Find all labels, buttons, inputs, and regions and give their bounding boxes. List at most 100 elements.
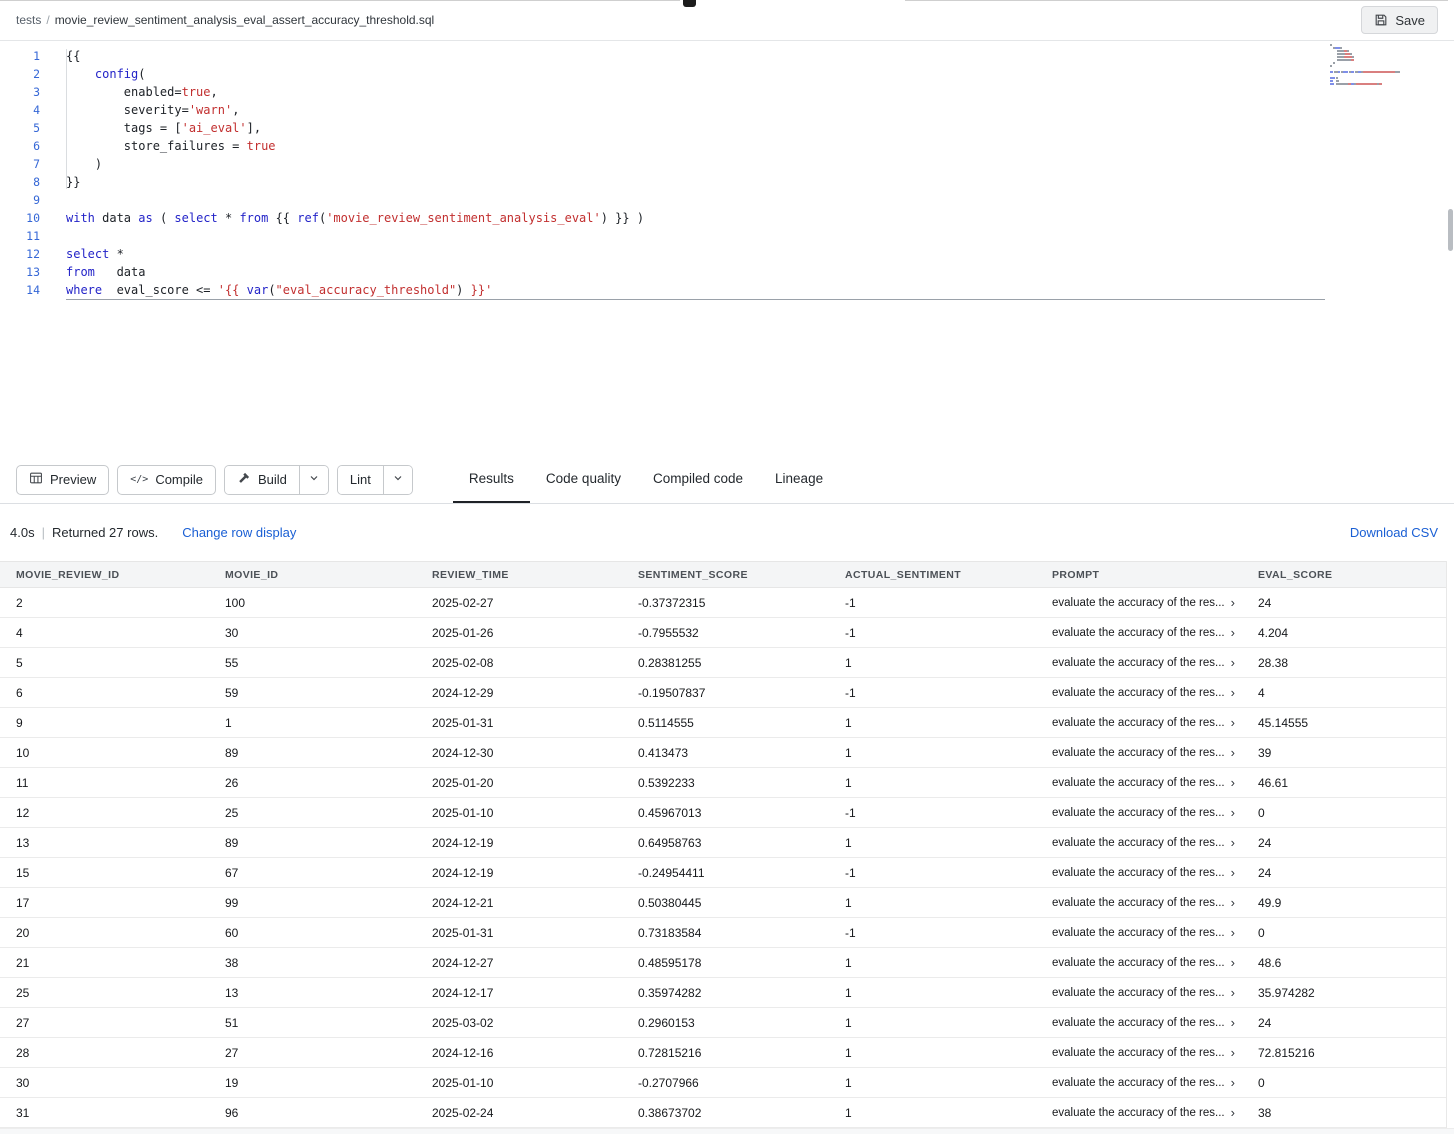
horizontal-scrollbar[interactable] xyxy=(0,1128,1454,1134)
table-cell: 96 xyxy=(209,1098,416,1127)
table-cell: 35.974282 xyxy=(1242,978,1446,1007)
table-cell: 1 xyxy=(829,738,1036,767)
table-cell: -0.7955532 xyxy=(622,618,829,647)
compile-button[interactable]: </> Compile xyxy=(117,465,216,495)
expand-prompt-icon[interactable]: › xyxy=(1231,776,1235,789)
column-header-movie_id: MOVIE_ID xyxy=(209,562,416,587)
table-header: MOVIE_REVIEW_IDMOVIE_IDREVIEW_TIMESENTIM… xyxy=(0,561,1446,588)
table-cell: 15 xyxy=(0,858,209,887)
prompt-text: evaluate the accuracy of the res... xyxy=(1052,987,1225,999)
prompt-text: evaluate the accuracy of the res... xyxy=(1052,957,1225,969)
table-row: 912025-01-310.51145551evaluate the accur… xyxy=(0,708,1446,738)
code-token: severity= xyxy=(66,103,189,117)
code-line[interactable]: from data xyxy=(66,263,1454,281)
save-button[interactable]: Save xyxy=(1361,6,1438,34)
code-token: as xyxy=(138,211,152,225)
expand-prompt-icon[interactable]: › xyxy=(1231,866,1235,879)
code-line[interactable]: ) xyxy=(66,155,1454,173)
table-cell: 0.45967013 xyxy=(622,798,829,827)
table-cell: 2025-02-27 xyxy=(416,588,622,617)
table-cell: 0.64958763 xyxy=(622,828,829,857)
table-cell: 2025-02-08 xyxy=(416,648,622,677)
table-cell: -0.2707966 xyxy=(622,1068,829,1097)
query-duration: 4.0s xyxy=(10,525,35,540)
expand-prompt-icon[interactable]: › xyxy=(1231,806,1235,819)
tab-lineage[interactable]: Lineage xyxy=(759,456,839,503)
line-number: 14 xyxy=(0,281,40,299)
lint-button[interactable]: Lint xyxy=(338,466,383,494)
download-csv-link[interactable]: Download CSV xyxy=(1350,525,1438,540)
table-cell: 0.73183584 xyxy=(622,918,829,947)
code-line[interactable]: where eval_score <= '{{ var("eval_accura… xyxy=(66,281,1454,299)
code-line[interactable]: tags = ['ai_eval'], xyxy=(66,119,1454,137)
expand-prompt-icon[interactable]: › xyxy=(1231,986,1235,999)
expand-prompt-icon[interactable]: › xyxy=(1231,626,1235,639)
top-tab-marker xyxy=(683,0,696,7)
tab-compiled-code[interactable]: Compiled code xyxy=(637,456,759,503)
code-token: "eval_accuracy_threshold" xyxy=(276,283,457,297)
table-cell: evaluate the accuracy of the res...› xyxy=(1036,828,1242,857)
build-button-group: Build xyxy=(224,465,329,495)
expand-prompt-icon[interactable]: › xyxy=(1231,1106,1235,1119)
code-line[interactable]: select * xyxy=(66,245,1454,263)
expand-prompt-icon[interactable]: › xyxy=(1231,716,1235,729)
prompt-text: evaluate the accuracy of the res... xyxy=(1052,1077,1225,1089)
tab-code-quality[interactable]: Code quality xyxy=(530,456,637,503)
expand-prompt-icon[interactable]: › xyxy=(1231,686,1235,699)
table-cell: 60 xyxy=(209,918,416,947)
code-line[interactable]: }} xyxy=(66,173,1454,191)
editor-scrollbar-thumb[interactable] xyxy=(1448,209,1453,251)
table-cell: evaluate the accuracy of the res... › xyxy=(1036,918,1242,947)
table-cell: 27 xyxy=(0,1008,209,1037)
code-line[interactable]: enabled=true, xyxy=(66,83,1454,101)
code-token: ], xyxy=(247,121,261,135)
build-button[interactable]: Build xyxy=(225,466,299,494)
table-cell: 24 xyxy=(1242,858,1446,887)
table-cell: evaluate the accuracy of the res...› xyxy=(1036,588,1242,617)
sql-code-editor[interactable]: 1234567891011121314 {{ config( enabled=t… xyxy=(0,41,1454,456)
table-cell: evaluate the accuracy of the res...› xyxy=(1036,1098,1242,1127)
code-line[interactable] xyxy=(66,227,1454,245)
lint-dropdown-button[interactable] xyxy=(383,466,412,494)
code-line[interactable]: store_failures = true xyxy=(66,137,1454,155)
code-content[interactable]: {{ config( enabled=true, severity='warn'… xyxy=(66,47,1454,299)
preview-button[interactable]: Preview xyxy=(16,465,109,495)
table-cell: 51 xyxy=(209,1008,416,1037)
table-cell: 20 xyxy=(0,918,209,947)
change-row-display-link[interactable]: Change row display xyxy=(182,525,296,540)
code-line[interactable]: with data as ( select * from {{ ref('mov… xyxy=(66,209,1454,227)
table-cell: 19 xyxy=(209,1068,416,1097)
table-cell: evaluate the accuracy of the res...› xyxy=(1036,738,1242,767)
code-line[interactable]: {{ xyxy=(66,47,1454,65)
expand-prompt-icon[interactable]: › xyxy=(1231,926,1235,939)
prompt-text: evaluate the accuracy of the res... xyxy=(1052,927,1225,939)
results-tabs: ResultsCode qualityCompiled codeLineage xyxy=(453,456,839,503)
returned-rows-text: Returned 27 rows. xyxy=(52,525,158,540)
expand-prompt-icon[interactable]: › xyxy=(1231,656,1235,669)
expand-prompt-icon[interactable]: › xyxy=(1231,896,1235,909)
expand-prompt-icon[interactable]: › xyxy=(1231,956,1235,969)
tab-results[interactable]: Results xyxy=(453,456,530,503)
table-cell: 67 xyxy=(209,858,416,887)
table-cell: 10 xyxy=(0,738,209,767)
breadcrumb-folder[interactable]: tests xyxy=(16,13,41,27)
expand-prompt-icon[interactable]: › xyxy=(1231,746,1235,759)
expand-prompt-icon[interactable]: › xyxy=(1231,1016,1235,1029)
table-cell: 1 xyxy=(829,708,1036,737)
expand-prompt-icon[interactable]: › xyxy=(1231,1046,1235,1059)
line-number: 7 xyxy=(0,155,40,173)
table-row: 6592024-12-29-0.19507837-1evaluate the a… xyxy=(0,678,1446,708)
table-cell: -1 xyxy=(829,918,1036,947)
line-number: 11 xyxy=(0,227,40,245)
expand-prompt-icon[interactable]: › xyxy=(1231,836,1235,849)
build-dropdown-button[interactable] xyxy=(299,466,328,494)
code-line[interactable] xyxy=(66,191,1454,209)
table-cell: 5 xyxy=(0,648,209,677)
expand-prompt-icon[interactable]: › xyxy=(1231,596,1235,609)
code-token: ( xyxy=(268,283,275,297)
code-line[interactable]: severity='warn', xyxy=(66,101,1454,119)
prompt-text: evaluate the accuracy of the res... xyxy=(1052,687,1225,699)
table-cell: 24 xyxy=(1242,1008,1446,1037)
expand-prompt-icon[interactable]: › xyxy=(1231,1076,1235,1089)
code-line[interactable]: config( xyxy=(66,65,1454,83)
